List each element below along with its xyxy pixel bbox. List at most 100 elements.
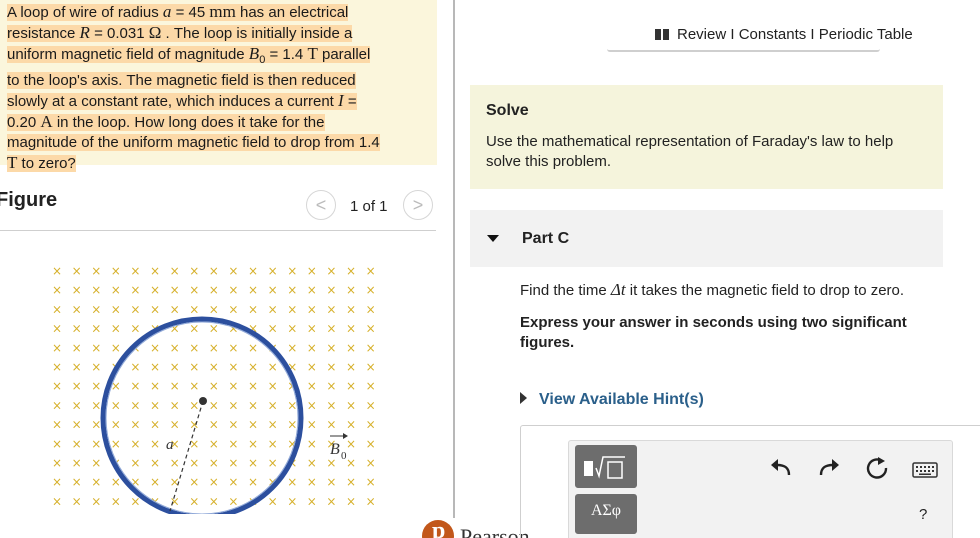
field-x-mark: × [248,341,258,355]
review-link[interactable]: Review [677,26,726,43]
part-c-header[interactable]: Part C [470,210,943,267]
field-x-mark: × [268,418,278,432]
help-button[interactable]: ? [919,506,927,523]
field-x-mark: × [52,456,62,470]
field-x-mark: × [111,475,121,489]
field-x-mark: × [307,264,317,278]
problem-highlight: magnitude of the uniform magnetic field … [7,134,380,152]
field-x-mark: × [366,341,376,355]
field-x-mark: × [209,341,219,355]
periodic-table-link[interactable]: Periodic Table [819,26,913,43]
field-x-mark: × [150,379,160,393]
problem-highlight: to the loop's axis. The magnetic field i… [7,71,356,89]
math-unit: T [307,44,318,64]
undo-icon[interactable] [769,455,795,481]
field-x-mark: × [366,302,376,316]
problem-text: = 45 [171,4,210,21]
pearson-mark-icon [422,518,454,538]
field-x-mark: × [189,456,199,470]
field-x-mark: × [72,341,82,355]
field-x-mark: × [326,494,336,508]
field-x-mark: × [189,475,199,489]
field-x-mark: × [91,264,101,278]
field-x-mark: × [130,437,140,451]
redo-icon[interactable] [815,455,841,481]
figure-next-button[interactable]: > [403,190,433,220]
field-x-mark: × [326,283,336,297]
view-hints-link[interactable]: View Available Hint(s) [520,391,704,409]
answer-instruction: Express your answer in seconds using two… [520,314,907,351]
templates-button[interactable] [575,445,637,488]
field-x-mark: × [52,283,62,297]
field-x-mark: × [307,437,317,451]
field-x-mark: × [52,360,62,374]
field-x-mark: × [307,456,317,470]
field-x-mark: × [307,360,317,374]
problem-text: to zero? [17,155,76,173]
field-x-mark: × [150,418,160,432]
problem-text: = [343,92,357,110]
magnetic-field-loop-figure: × × × × × × × × × × × × × × × × × × × × × × × × × × × × × × × × × × × × × × × ×… [52,264,376,514]
field-x-mark: × [228,418,238,432]
field-x-mark: × [209,418,219,432]
field-x-mark: × [72,283,82,297]
field-x-mark: × [189,322,199,336]
keyboard-icon[interactable] [911,456,939,482]
field-x-mark: × [248,302,258,316]
field-x-mark: × [228,494,238,508]
field-x-mark: × [346,475,356,489]
field-x-mark: × [72,360,82,374]
field-x-mark: × [189,341,199,355]
resource-nav-underline [607,49,880,52]
field-x-mark: × [150,341,160,355]
field-x-mark: × [189,283,199,297]
field-x-mark: × [91,475,101,489]
field-x-mark: × [268,437,278,451]
field-x-mark: × [268,283,278,297]
field-x-mark: × [228,283,238,297]
resource-nav: Review I Constants I Periodic Table [655,26,913,43]
field-x-mark: × [346,283,356,297]
field-x-mark: × [209,398,219,412]
question-text: Find the time Δt it takes the magnetic f… [520,280,950,353]
collapse-caret-icon[interactable] [487,235,499,242]
field-x-mark: × [248,379,258,393]
field-x-mark: × [228,379,238,393]
problem-line: A loop of wire of radius a = 45 mm has a… [7,2,429,23]
field-x-mark: × [72,418,82,432]
field-x-mark: × [150,283,160,297]
problem-statement: A loop of wire of radius a = 45 mm has a… [0,0,437,173]
field-x-mark: × [111,398,121,412]
field-x-mark: × [170,302,180,316]
nav-separator: I [726,26,739,43]
field-x-mark: × [366,398,376,412]
problem-text: parallel [317,46,371,64]
field-x-mark: × [209,264,219,278]
field-x-mark: × [326,379,336,393]
problem-highlight: T to zero? [7,153,76,173]
reset-icon[interactable] [864,455,890,481]
field-x-mark: × [307,302,317,316]
field-x-mark: × [228,360,238,374]
field-x-mark: × [366,360,376,374]
field-x-mark: × [307,322,317,336]
field-x-mark: × [209,475,219,489]
field-x-mark: × [52,302,62,316]
field-x-mark: × [111,283,121,297]
field-x-mark: × [366,322,376,336]
greek-symbols-button[interactable]: ΑΣφ [575,494,637,534]
figure-page-count: 1 of 1 [350,198,388,215]
field-x-mark: × [52,341,62,355]
field-x-mark: × [52,475,62,489]
book-icon [655,29,669,40]
field-x-mark: × [268,264,278,278]
field-x-mark: × [111,437,121,451]
figure-prev-button[interactable]: < [306,190,336,220]
math-variable: B [248,44,260,64]
field-x-mark: × [91,418,101,432]
constants-link[interactable]: Constants [739,26,807,43]
templates-icon [584,456,625,479]
field-x-mark: × [307,379,317,393]
field-x-mark: × [91,456,101,470]
field-x-mark: × [268,302,278,316]
